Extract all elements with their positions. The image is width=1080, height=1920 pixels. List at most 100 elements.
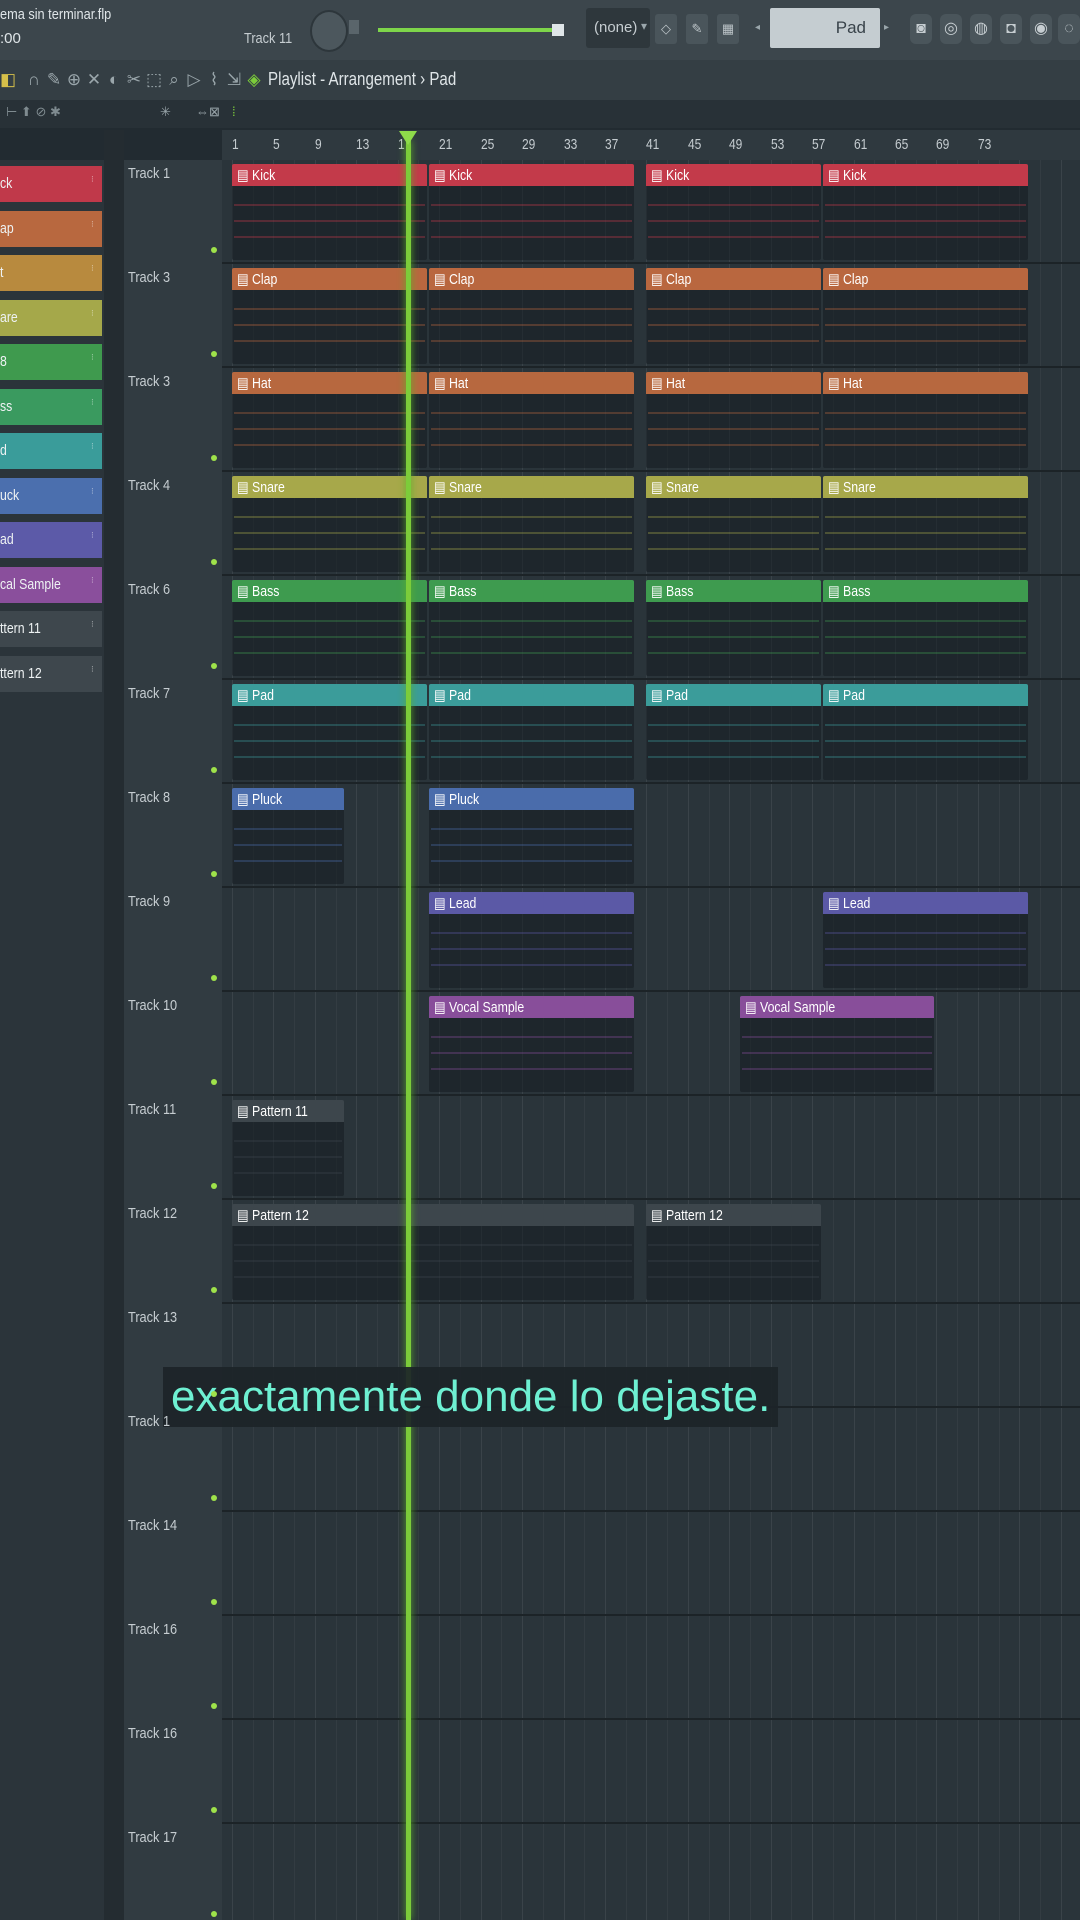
- pattern-clip[interactable]: ▤ Pattern 12: [646, 1204, 821, 1300]
- pattern-clip[interactable]: ▤ Hat: [646, 372, 821, 468]
- playback-icon[interactable]: ▷: [186, 70, 202, 90]
- pattern-clip[interactable]: ▤ Pad: [822, 684, 1028, 780]
- playlist-icon[interactable]: ◙: [910, 14, 932, 44]
- pattern-clip[interactable]: ▤ Kick: [646, 164, 821, 260]
- pattern-clip[interactable]: ▤ Snare: [646, 476, 821, 572]
- master-pitch-slider[interactable]: [372, 20, 572, 40]
- paint-icon[interactable]: ▦: [717, 14, 739, 44]
- snap-mode-icon[interactable]: ⌇: [206, 70, 222, 90]
- pattern-list-item[interactable]: are ⁝: [0, 299, 102, 336]
- track-enable-led[interactable]: [211, 767, 217, 773]
- playhead-marker-icon[interactable]: [399, 131, 418, 145]
- pattern-clip[interactable]: ▤ Bass: [232, 580, 427, 676]
- brush-icon[interactable]: ⊕: [66, 70, 82, 90]
- pattern-list-item[interactable]: ad ⁝: [0, 522, 102, 558]
- snap-icon[interactable]: ◇: [655, 14, 677, 44]
- pattern-clip[interactable]: ▤ Hat: [822, 372, 1028, 468]
- drag-handle-icon[interactable]: ⁝: [91, 174, 97, 194]
- track-label[interactable]: Track 8: [128, 789, 170, 806]
- pattern-clip[interactable]: ▤ Kick: [822, 164, 1028, 260]
- pattern-clip[interactable]: ▤ Clap: [232, 268, 427, 364]
- drag-handle-icon[interactable]: ⁝: [91, 486, 97, 506]
- loop-icon[interactable]: ⁞: [232, 104, 236, 119]
- pattern-clip[interactable]: ▤ Pattern 12: [232, 1204, 635, 1300]
- track-enable-led[interactable]: [211, 1287, 217, 1293]
- pattern-clip[interactable]: ▤ Hat: [232, 372, 427, 468]
- timeline-ruler[interactable]: 1 5 9 13 17 21 25 29 33 37 41 45 49 53 57 61 65 69 73: [222, 130, 1080, 161]
- record-toggle[interactable]: [349, 20, 359, 34]
- mute-icon[interactable]: ◐: [106, 70, 122, 90]
- pattern-clip[interactable]: ▤ Pad: [232, 684, 427, 780]
- next-channel-icon[interactable]: ▸: [884, 8, 896, 48]
- pattern-list-item[interactable]: d ⁝: [0, 433, 102, 469]
- pattern-clip[interactable]: ▤ Clap: [646, 268, 821, 364]
- zoom-slider-icon[interactable]: ⇔⊠: [196, 104, 220, 120]
- pattern-list-item[interactable]: ss ⁝: [0, 388, 102, 425]
- track-label[interactable]: Track 13: [128, 1309, 177, 1326]
- track-label[interactable]: Track 4: [128, 477, 170, 494]
- pencil-icon[interactable]: ✎: [46, 70, 62, 90]
- magnet-icon[interactable]: ∩: [26, 70, 42, 90]
- track-enable-led[interactable]: [211, 455, 217, 461]
- drag-handle-icon[interactable]: ⁝: [91, 397, 97, 417]
- pattern-clip[interactable]: ▤ Pad: [428, 684, 635, 780]
- drag-handle-icon[interactable]: ⁝: [91, 219, 97, 239]
- track-label[interactable]: Track 14: [128, 1517, 177, 1534]
- track-label[interactable]: Track 12: [128, 1205, 177, 1222]
- track-enable-led[interactable]: [211, 1495, 217, 1501]
- track-enable-led[interactable]: [211, 1703, 217, 1709]
- drag-handle-icon[interactable]: ⁝: [91, 352, 97, 372]
- pattern-list-item[interactable]: uck ⁝: [0, 477, 102, 514]
- pattern-clip[interactable]: ▤ Lead: [822, 892, 1028, 988]
- pattern-clip[interactable]: ▤ Vocal Sample: [739, 996, 935, 1092]
- track-label[interactable]: Track 1: [128, 165, 170, 182]
- panel-divider[interactable]: [104, 130, 124, 1920]
- pattern-list-item[interactable]: 8 ⁝: [0, 344, 102, 380]
- track-enable-led[interactable]: [211, 663, 217, 669]
- channel-display[interactable]: Pad: [770, 8, 880, 48]
- select-icon[interactable]: ⬚: [146, 70, 162, 90]
- pattern-clip[interactable]: ▤ Pattern 11: [232, 1100, 344, 1196]
- pattern-clip[interactable]: ▤ Vocal Sample: [428, 996, 635, 1092]
- master-volume-knob[interactable]: [310, 10, 348, 52]
- pattern-clip[interactable]: ▤ Clap: [428, 268, 635, 364]
- pattern-clip[interactable]: ▤ Bass: [428, 580, 635, 676]
- pattern-clip[interactable]: ▤ Kick: [232, 164, 427, 260]
- pattern-clip[interactable]: ▤ Pluck: [232, 788, 344, 884]
- stretch-icon[interactable]: ⇲: [226, 70, 242, 90]
- slice-icon[interactable]: ✂: [126, 70, 142, 90]
- track-label[interactable]: Track 9: [128, 893, 170, 910]
- track-enable-led[interactable]: [211, 1391, 217, 1397]
- track-enable-led[interactable]: [211, 351, 217, 357]
- track-label[interactable]: Track 11: [128, 1101, 176, 1118]
- pattern-clip[interactable]: ▤ Hat: [428, 372, 635, 468]
- track-selector[interactable]: Track 11: [244, 30, 292, 47]
- track-enable-led[interactable]: [211, 871, 217, 877]
- pattern-list-item[interactable]: ttern 11 ⁝: [0, 611, 102, 647]
- pattern-clip[interactable]: ▤ Bass: [822, 580, 1028, 676]
- pattern-selector[interactable]: (none) ▾: [586, 8, 650, 48]
- pattern-list-item[interactable]: t ⁝: [0, 255, 102, 291]
- pattern-clip[interactable]: ▤ Clap: [822, 268, 1028, 364]
- delete-icon[interactable]: ✕: [86, 70, 102, 90]
- pattern-list-item[interactable]: ck ⁝: [0, 166, 102, 202]
- track-label[interactable]: Track 6: [128, 581, 170, 598]
- prev-channel-icon[interactable]: ◂: [755, 8, 767, 48]
- track-enable-led[interactable]: [211, 559, 217, 565]
- plugin-icon[interactable]: ◌: [1058, 14, 1080, 44]
- drag-handle-icon[interactable]: ⁝: [91, 263, 97, 283]
- browser-icon[interactable]: ◉: [1030, 14, 1052, 44]
- drag-handle-icon[interactable]: ⁝: [91, 575, 97, 595]
- track-enable-led[interactable]: [211, 1807, 217, 1813]
- pattern-clip[interactable]: ▤ Lead: [428, 892, 635, 988]
- pattern-list-item[interactable]: ttern 12 ⁝: [0, 655, 102, 692]
- track-enable-led[interactable]: [211, 247, 217, 253]
- playhead[interactable]: [406, 140, 412, 1920]
- drag-handle-icon[interactable]: ⁝: [91, 441, 97, 461]
- drag-handle-icon[interactable]: ⁝: [91, 530, 97, 550]
- track-label[interactable]: Track 3: [128, 373, 170, 390]
- track-enable-led[interactable]: [211, 1911, 217, 1917]
- pattern-clip[interactable]: ▤ Bass: [646, 580, 821, 676]
- pattern-clip[interactable]: ▤ Pad: [646, 684, 821, 780]
- track-label[interactable]: Track 17: [128, 1829, 177, 1846]
